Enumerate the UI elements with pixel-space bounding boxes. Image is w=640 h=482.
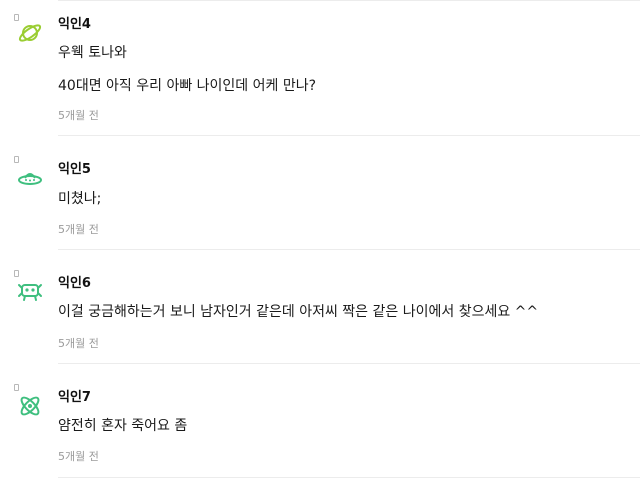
- comment-timestamp: 5개월 전: [58, 223, 99, 236]
- collapse-marker-icon[interactable]: [14, 270, 19, 277]
- comment-divider: [58, 477, 640, 478]
- top-divider: [58, 0, 640, 1]
- comment-author[interactable]: 익인5: [58, 158, 91, 177]
- comment-divider: [58, 135, 640, 136]
- planet-icon[interactable]: [17, 20, 43, 46]
- atom-icon[interactable]: [17, 393, 43, 419]
- space-invader-icon[interactable]: [17, 279, 43, 305]
- collapse-marker-icon[interactable]: [14, 156, 19, 163]
- comment-text-line: 40대면 아직 우리 아빠 나이인데 어케 만나?: [58, 78, 317, 94]
- comment-text-line: 얌전히 혼자 죽어요 좀: [58, 418, 188, 434]
- comment-text-line: 이걸 궁금해하는거 보니 남자인거 같은데 아저씨 짝은 같은 나이에서 찾으세…: [58, 304, 539, 320]
- comment-timestamp: 5개월 전: [58, 450, 99, 463]
- comment-timestamp: 5개월 전: [58, 337, 99, 350]
- comment-author[interactable]: 익인4: [58, 13, 91, 32]
- comment-text-line: 우웩 토나와: [58, 45, 127, 61]
- comment-divider: [58, 363, 640, 364]
- comment-author[interactable]: 익인7: [58, 386, 91, 405]
- comment-timestamp: 5개월 전: [58, 109, 99, 122]
- collapse-marker-icon[interactable]: [14, 384, 19, 391]
- comment-divider: [58, 249, 640, 250]
- comment-author[interactable]: 익인6: [58, 272, 91, 291]
- comment-text-line: 미쳤나;: [58, 191, 102, 207]
- ufo-icon[interactable]: [17, 166, 43, 192]
